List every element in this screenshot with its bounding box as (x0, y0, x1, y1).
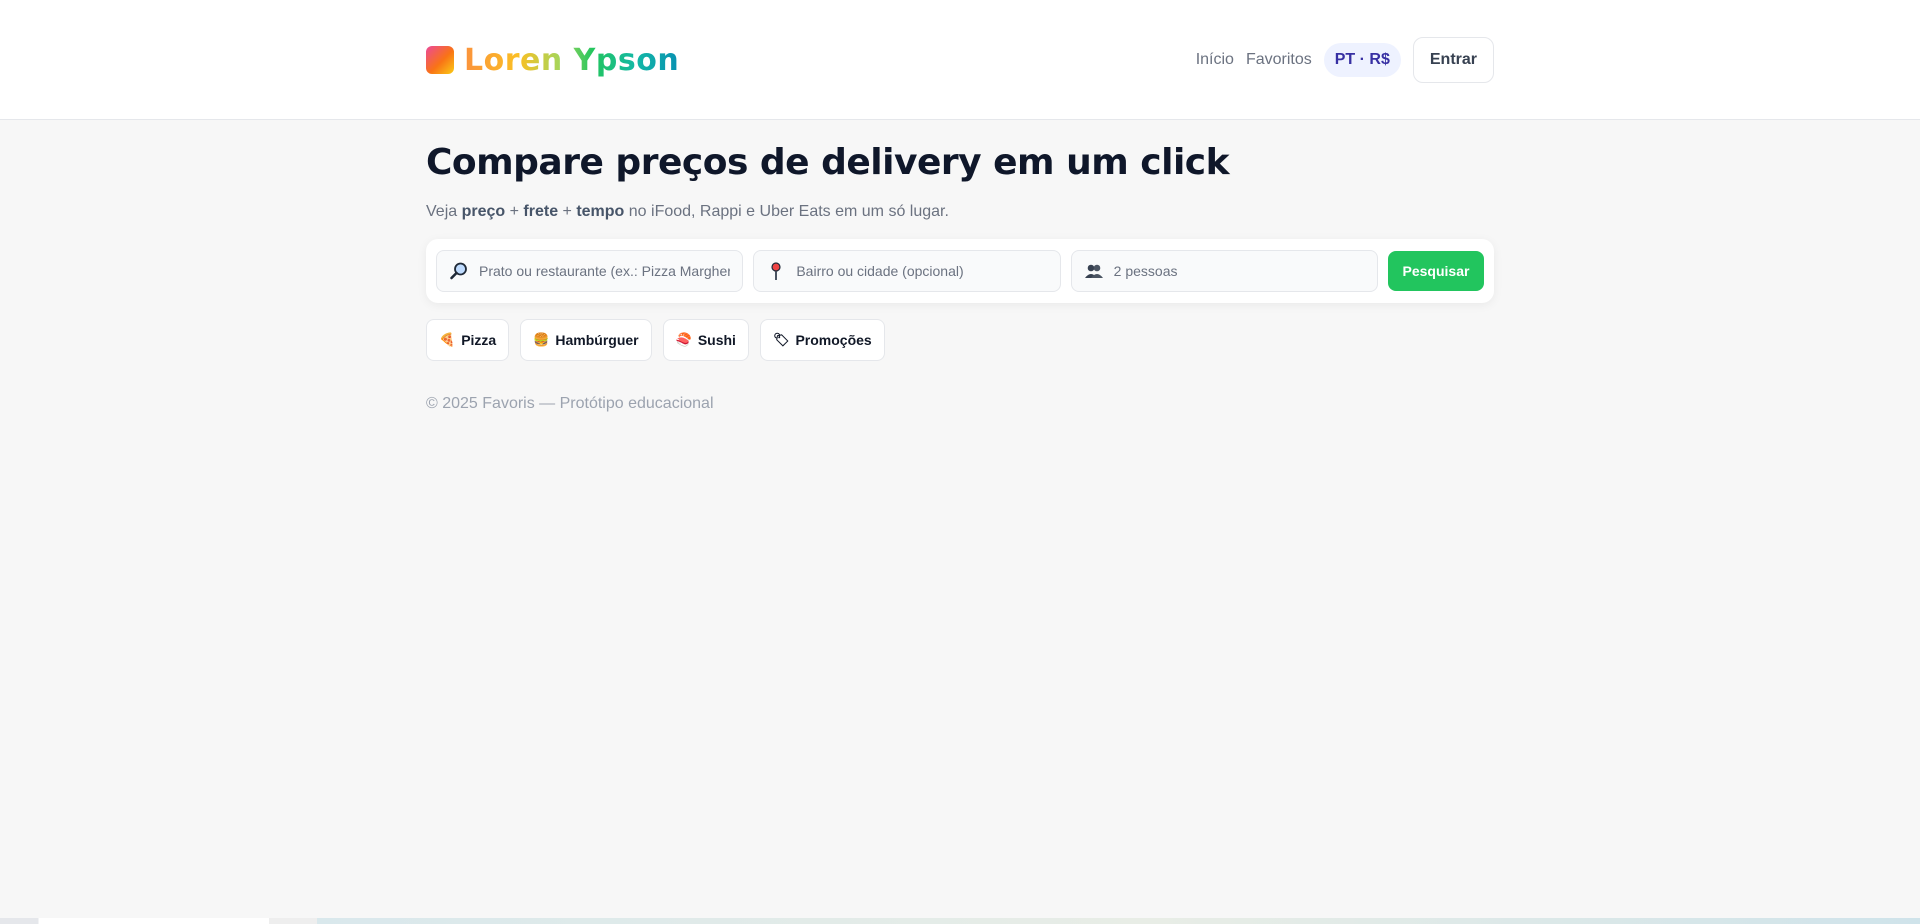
chip-hamburguer[interactable]: 🍔 Hambúrguer (520, 319, 652, 361)
language-currency-toggle[interactable]: PT · R$ (1323, 43, 1401, 77)
window-bottom-edge (0, 918, 1920, 924)
footer-text: © 2025 Favoris — Protótipo educacional (426, 395, 714, 412)
people-input[interactable] (1113, 263, 1365, 279)
page-subtitle: Veja preço + frete + tempo no iFood, Rap… (426, 203, 1494, 221)
subtitle-text: + (505, 203, 524, 220)
subtitle-time: tempo (576, 203, 625, 220)
header-inner: Loren Ypson Início Favoritos PT · R$ Ent… (426, 0, 1494, 120)
location-input[interactable] (796, 263, 1048, 279)
logo-icon (426, 46, 454, 74)
chip-sushi[interactable]: 🍣 Sushi (662, 319, 749, 361)
login-button[interactable]: Entrar (1412, 37, 1494, 83)
page-title: Compare preços de delivery em um click (426, 142, 1230, 183)
header: Loren Ypson Início Favoritos PT · R$ Ent… (0, 0, 1920, 120)
dish-field[interactable] (436, 250, 744, 292)
magnifier-icon (449, 261, 469, 281)
pizza-icon: 🍕 (439, 332, 456, 347)
search-card: Pesquisar (426, 239, 1494, 303)
brand-name: Loren Ypson (464, 42, 680, 78)
sushi-icon: 🍣 (675, 332, 692, 347)
chip-pizza[interactable]: 🍕 Pizza (426, 319, 510, 361)
chip-label: Promoções (795, 332, 872, 348)
brand[interactable]: Loren Ypson (426, 43, 679, 78)
chip-label: Pizza (461, 332, 497, 348)
search-button[interactable]: Pesquisar (1387, 251, 1484, 291)
subtitle-price: preço (461, 203, 506, 220)
subtitle-text: no iFood, Rappi e Uber Eats em um só lug… (624, 203, 949, 220)
dish-input[interactable] (479, 263, 731, 279)
subtitle-shipping: frete (523, 203, 559, 220)
subtitle-text: + (558, 203, 577, 220)
promo-icon: 🏷 (772, 332, 790, 347)
nav-favoritos[interactable]: Favoritos (1246, 51, 1312, 69)
subtitle-text: Veja (426, 203, 462, 220)
pin-icon (766, 261, 786, 281)
location-field[interactable] (753, 250, 1061, 292)
burger-icon: 🍔 (533, 332, 550, 347)
chip-label: Hambúrguer (555, 332, 639, 348)
nav-inicio[interactable]: Início (1196, 51, 1234, 69)
chip-promocoes[interactable]: 🏷 Promoções (759, 319, 885, 361)
top-nav: Início Favoritos PT · R$ Entrar (1196, 37, 1494, 83)
people-icon (1084, 261, 1104, 281)
people-field[interactable] (1070, 250, 1378, 292)
chip-label: Sushi (697, 332, 736, 348)
category-chips: 🍕 Pizza 🍔 Hambúrguer 🍣 Sushi 🏷 Promoções (426, 319, 1494, 361)
main-content: Compare preços de delivery em um click V… (426, 120, 1494, 413)
